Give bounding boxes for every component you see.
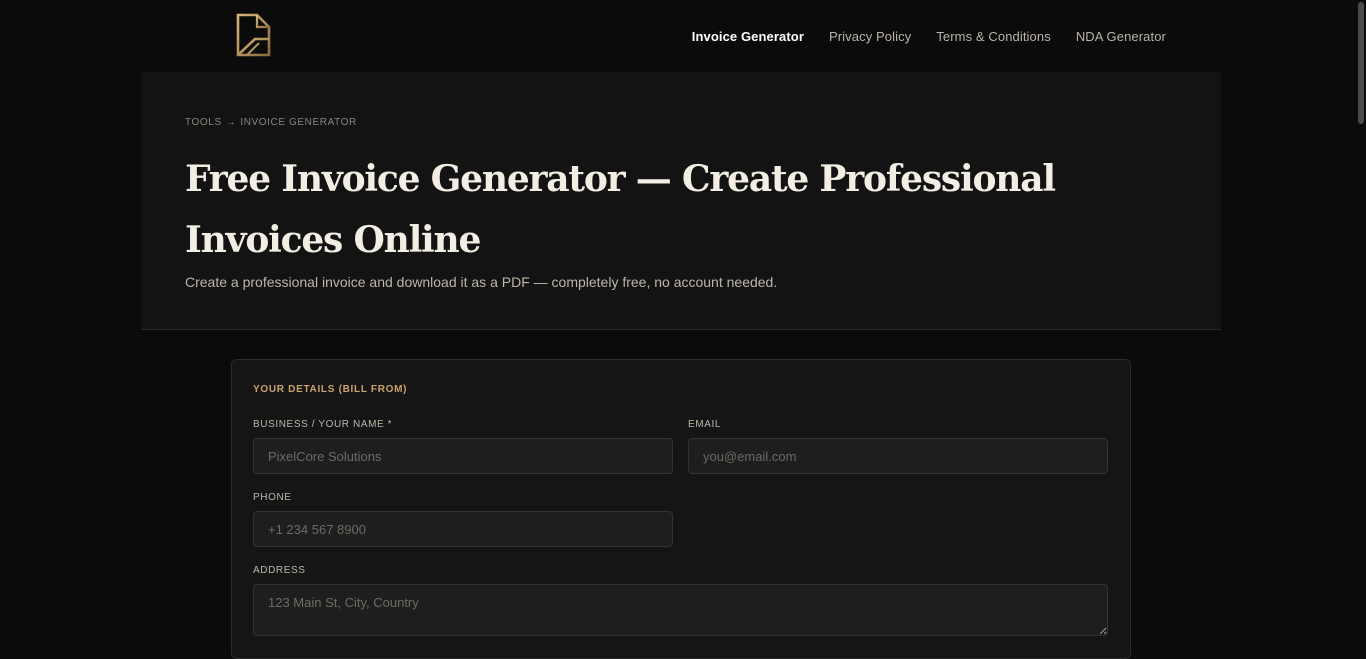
logo-icon[interactable] [235,13,273,57]
hero-section: TOOLS → INVOICE GENERATOR Free Invoice G… [141,72,1221,330]
nav-privacy-policy[interactable]: Privacy Policy [829,29,911,44]
bill-from-card: YOUR DETAILS (BILL FROM) BUSINESS / YOUR… [231,359,1131,659]
page-title: Free Invoice Generator — Create Professi… [185,158,1056,261]
page-subtitle: Create a professional invoice and downlo… [185,274,778,290]
email-label: EMAIL [688,419,722,430]
page-scrollbar[interactable] [1356,0,1366,641]
top-navigation-bar: Invoice Generator Privacy Policy Terms &… [0,0,1356,72]
breadcrumb: TOOLS → INVOICE GENERATOR [185,117,357,128]
breadcrumb-tools[interactable]: TOOLS [185,117,222,128]
main-nav: Invoice Generator Privacy Policy Terms &… [692,0,1166,72]
nav-terms-conditions[interactable]: Terms & Conditions [936,29,1051,44]
address-label: ADDRESS [253,565,306,576]
business-name-input[interactable] [253,438,673,474]
nav-nda-generator[interactable]: NDA Generator [1076,29,1166,44]
section-title: YOUR DETAILS (BILL FROM) [253,384,408,395]
nav-invoice-generator[interactable]: Invoice Generator [692,29,804,44]
scrollbar-thumb[interactable] [1358,2,1364,124]
breadcrumb-separator: → [225,117,237,128]
address-textarea[interactable] [253,584,1108,636]
business-name-label: BUSINESS / YOUR NAME * [253,419,393,430]
phone-label: PHONE [253,492,292,503]
breadcrumb-current: INVOICE GENERATOR [240,117,357,128]
phone-input[interactable] [253,511,673,547]
email-input[interactable] [688,438,1108,474]
